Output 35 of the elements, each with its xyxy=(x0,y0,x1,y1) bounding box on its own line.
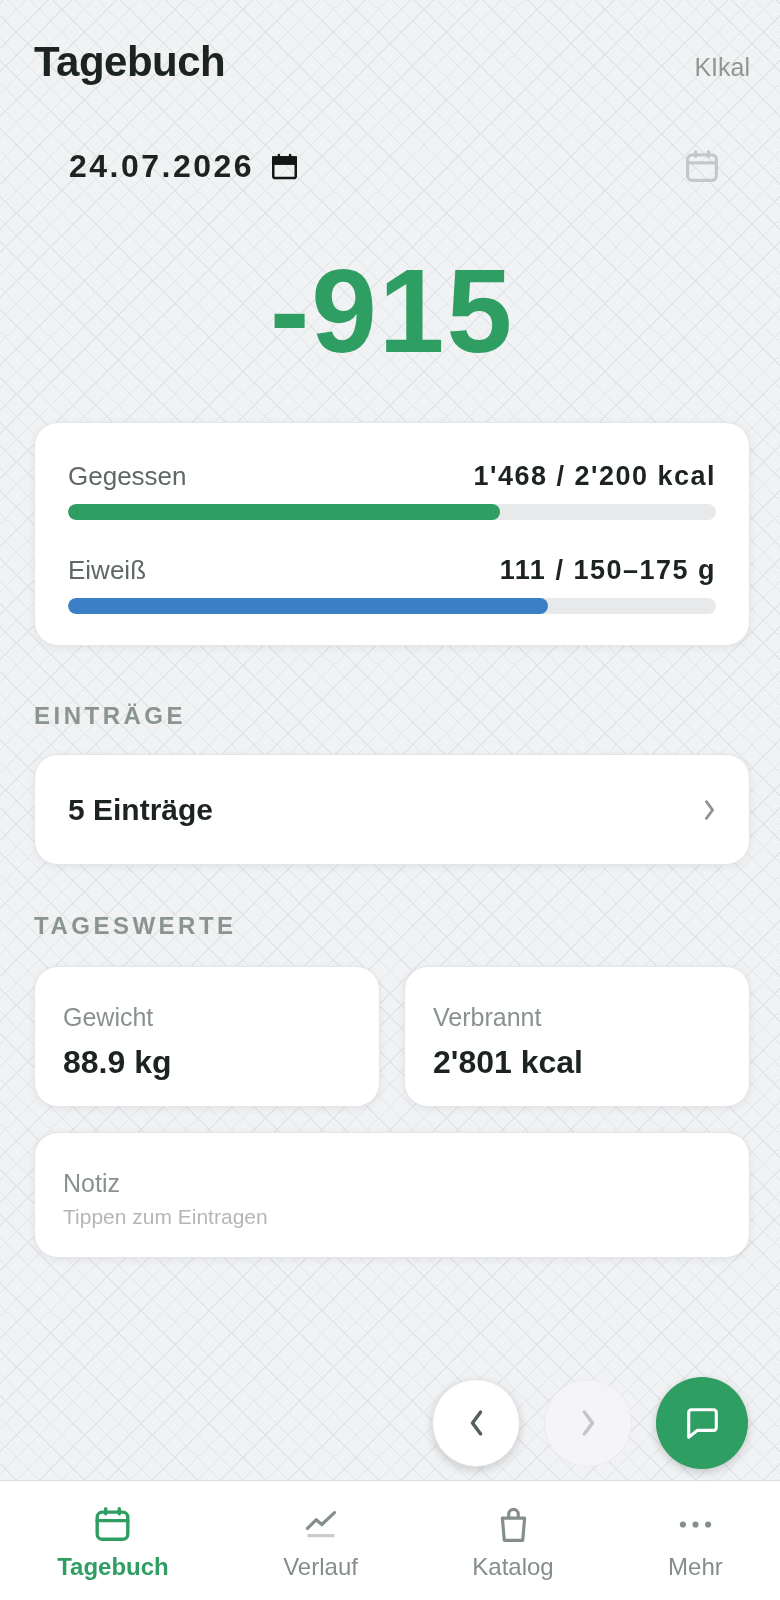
metric-card[interactable]: Gewicht 88.9 kg xyxy=(34,966,380,1107)
chevron-right-icon xyxy=(581,1410,595,1436)
metric-label: Gewicht xyxy=(63,1002,154,1032)
chat-button[interactable] xyxy=(656,1377,748,1469)
date-button[interactable]: 24.07.2026 xyxy=(69,146,298,186)
progress-label: Eiweiß xyxy=(68,554,146,586)
nav-tab[interactable]: Katalog xyxy=(472,1481,554,1581)
metric-label: Verbrannt xyxy=(433,1002,542,1032)
page-title: Tagebuch xyxy=(34,38,226,86)
metric-value: 2'801 kcal xyxy=(433,1043,583,1081)
progress-reading: 111 / 150–175 g xyxy=(499,554,716,586)
three-dots-icon xyxy=(678,1520,712,1528)
entries-row[interactable]: 5 Einträge xyxy=(34,754,750,865)
shopping-bag-icon xyxy=(499,1506,527,1542)
note-input[interactable]: Tippen zum Eintragen xyxy=(63,1204,383,1230)
calendar-icon xyxy=(272,152,298,180)
nav-tab[interactable]: Verlauf xyxy=(283,1481,358,1581)
metric-value: 88.9 kg xyxy=(63,1043,172,1081)
nav-tab[interactable]: Tagebuch xyxy=(57,1481,169,1581)
note-label: Notiz xyxy=(63,1168,120,1198)
unit-toggle[interactable]: KIkal xyxy=(694,52,750,82)
chat-bubble-icon xyxy=(686,1407,718,1439)
nav-tab[interactable]: Mehr xyxy=(668,1481,723,1581)
progress-reading: 1'468 / 2'200 kcal xyxy=(473,460,716,492)
chevron-right-icon xyxy=(704,799,715,820)
back-button[interactable] xyxy=(432,1379,520,1467)
calendar-icon[interactable] xyxy=(686,150,718,182)
section-heading: EINTRÄGE xyxy=(34,702,187,730)
section-heading: TAGESWERTE xyxy=(34,912,238,940)
calendar-icon xyxy=(95,1507,131,1541)
calorie-balance: -915 xyxy=(268,252,516,370)
metric-card[interactable]: Verbrannt 2'801 kcal xyxy=(404,966,750,1107)
line-chart-icon xyxy=(304,1510,337,1538)
chevron-left-icon xyxy=(469,1410,483,1436)
progress-label: Gegessen xyxy=(68,460,187,492)
